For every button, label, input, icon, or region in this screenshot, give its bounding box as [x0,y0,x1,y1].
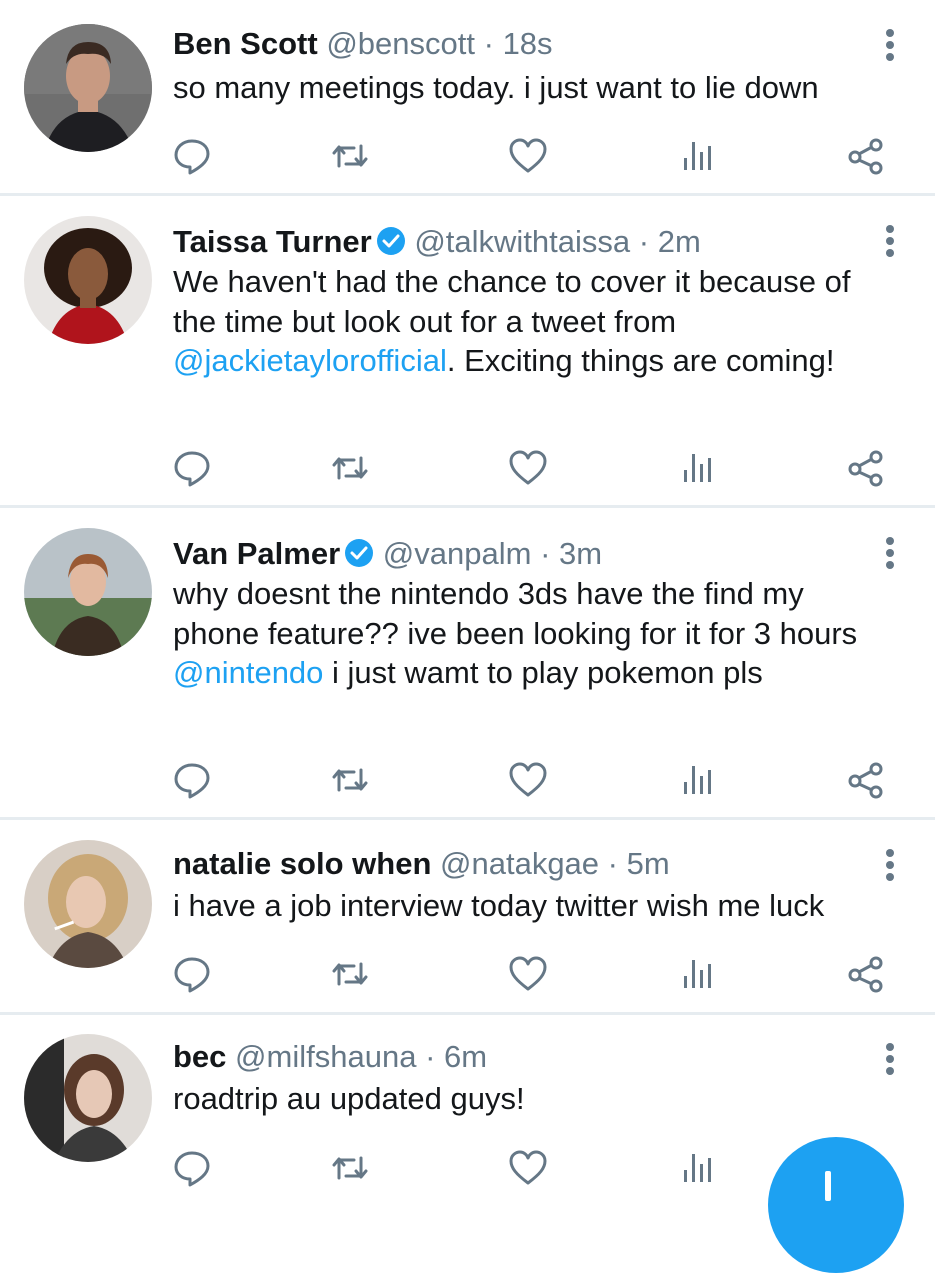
tweet-text-segment: We haven't had the chance to cover it be… [173,264,851,339]
like-icon[interactable] [508,448,548,488]
display-name[interactable]: natalie solo when [173,846,431,881]
compose-tweet-button[interactable] [768,1137,904,1273]
verified-badge-icon [376,227,405,255]
tweet-text: why doesnt the nintendo 3ds have the fin… [173,574,879,693]
tweet-text-segment: why doesnt the nintendo 3ds have the fin… [173,576,858,651]
retweet-icon[interactable] [330,448,370,488]
reply-icon[interactable] [172,136,212,176]
avatar[interactable] [24,1034,152,1162]
avatar[interactable] [24,528,152,656]
separator: · [483,26,494,61]
retweet-icon[interactable] [330,1148,370,1188]
tweet-text-segment: . Exciting things are coming! [446,343,835,378]
tweet-text-segment: so many meetings today. i just want to l… [173,70,819,105]
reply-icon[interactable] [172,448,212,488]
tweet-text: i have a job interview today twitter wis… [173,886,893,926]
avatar[interactable] [24,216,152,344]
tweet-divider [0,817,935,820]
verified-badge-icon [345,539,374,567]
username[interactable]: @milfshauna [235,1039,416,1074]
timestamp[interactable]: 6m [444,1039,487,1074]
display-name[interactable]: Van Palmer [173,536,340,571]
more-options-icon[interactable] [878,28,902,62]
tweet-header: Taissa Turner @talkwithtaissa · 2m [173,222,875,262]
tweet-text-segment: i have a job interview today twitter wis… [173,888,825,923]
display-name[interactable]: bec [173,1039,226,1074]
like-icon[interactable] [508,954,548,994]
share-icon[interactable] [846,136,886,176]
compose-plus-icon [825,1171,831,1201]
timestamp[interactable]: 3m [559,536,602,571]
reply-icon[interactable] [172,954,212,994]
analytics-icon[interactable] [678,448,718,488]
separator: · [425,1039,436,1074]
tweet-header: Ben Scott @benscott · 18s [173,24,875,64]
tweet-header: Van Palmer @vanpalm · 3m [173,534,875,574]
analytics-icon[interactable] [678,136,718,176]
tweet-divider [0,505,935,508]
analytics-icon[interactable] [678,760,718,800]
display-name[interactable]: Taissa Turner [173,224,372,259]
timestamp[interactable]: 5m [627,846,670,881]
share-icon[interactable] [846,760,886,800]
more-options-icon[interactable] [878,536,902,570]
like-icon[interactable] [508,136,548,176]
timestamp[interactable]: 18s [503,26,553,61]
avatar[interactable] [24,840,152,968]
tweet-divider [0,193,935,196]
tweet-text: roadtrip au updated guys! [173,1079,893,1119]
display-name[interactable]: Ben Scott [173,26,318,61]
tweet-divider [0,1012,935,1015]
reply-icon[interactable] [172,760,212,800]
separator: · [638,224,650,259]
like-icon[interactable] [508,760,548,800]
tweet-header: natalie solo when @natakgae · 5m [173,844,875,884]
mention-link[interactable]: @jackietaylorofficial [173,343,447,378]
more-options-icon[interactable] [878,848,902,882]
username[interactable]: @natakgae [440,846,599,881]
username[interactable]: @vanpalm [383,536,532,571]
username[interactable]: @talkwithtaissa [414,224,630,259]
more-options-icon[interactable] [878,224,902,258]
analytics-icon[interactable] [678,954,718,994]
like-icon[interactable] [508,1148,548,1188]
retweet-icon[interactable] [330,136,370,176]
tweet-text-segment: roadtrip au updated guys! [173,1081,525,1116]
separator: · [540,536,551,571]
tweet-text-segment: i just wamt to play pokemon pls [323,655,763,690]
mention-link[interactable]: @nintendo [173,655,323,690]
username[interactable]: @benscott [326,26,475,61]
more-options-icon[interactable] [878,1042,902,1076]
tweet-text: We haven't had the chance to cover it be… [173,262,885,381]
avatar[interactable] [24,24,152,152]
reply-icon[interactable] [172,1148,212,1188]
tweet-header: bec @milfshauna · 6m [173,1037,875,1077]
timestamp[interactable]: 2m [658,224,701,259]
separator: · [607,846,618,881]
share-icon[interactable] [846,954,886,994]
analytics-icon[interactable] [678,1148,718,1188]
retweet-icon[interactable] [330,760,370,800]
tweet-text: so many meetings today. i just want to l… [173,68,893,108]
retweet-icon[interactable] [330,954,370,994]
share-icon[interactable] [846,448,886,488]
